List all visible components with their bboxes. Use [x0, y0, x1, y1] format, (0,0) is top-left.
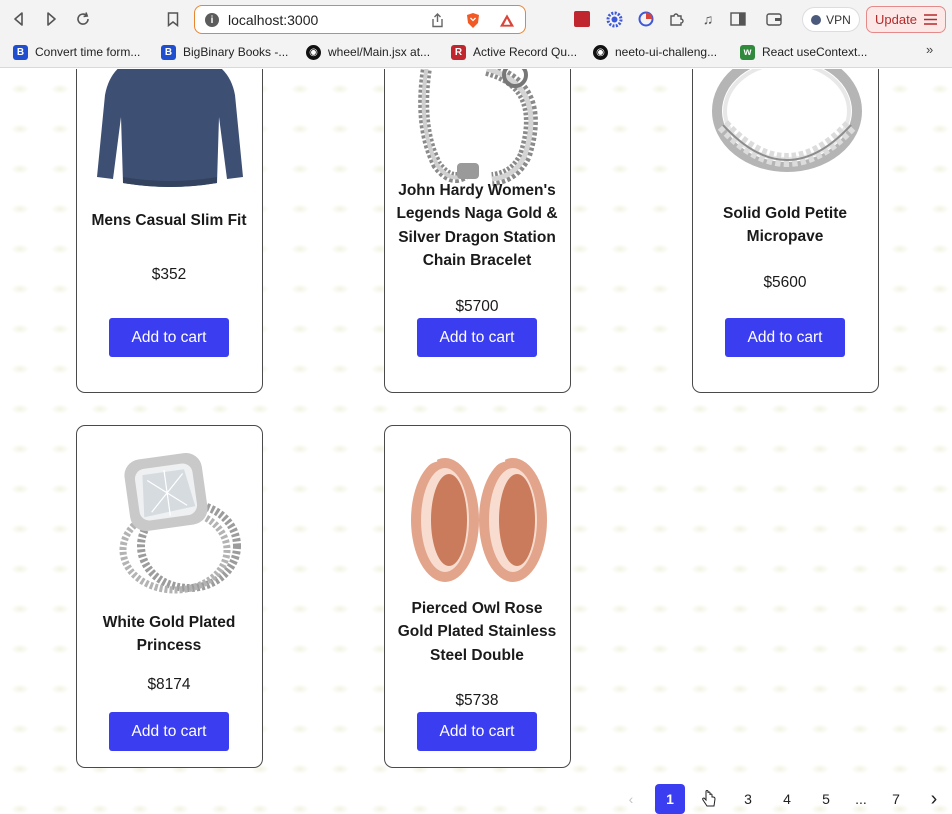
product-card: Mens Casual Slim Fit $352 Add to cart — [76, 69, 263, 393]
bookmark-icon[interactable] — [163, 9, 183, 29]
pagination: ‹ 1 3 4 5 ... 7 › — [616, 784, 946, 814]
add-to-cart-button[interactable]: Add to cart — [417, 712, 537, 751]
product-title: John Hardy Women's Legends Naga Gold & S… — [396, 182, 558, 270]
extension-red-icon[interactable] — [573, 10, 591, 28]
bookmark-item[interactable]: B Convert time form... — [13, 43, 140, 61]
bookmark-label: Active Record Qu... — [473, 45, 578, 59]
product-card: Solid Gold Petite Micropave $5600 Add to… — [692, 69, 879, 393]
add-to-cart-button[interactable]: Add to cart — [725, 318, 845, 357]
ring-image — [693, 69, 877, 200]
bookmark-item[interactable]: B BigBinary Books -... — [161, 43, 288, 61]
reload-icon[interactable] — [73, 9, 93, 29]
sidebar-toggle-icon[interactable] — [729, 10, 747, 28]
address-bar[interactable]: i localhost:3000 — [194, 5, 526, 34]
product-card: White Gold Plated Princess $8174 Add to … — [76, 425, 263, 768]
site-info-icon[interactable]: i — [205, 13, 219, 27]
w3-icon: w — [740, 44, 755, 60]
forward-icon[interactable] — [41, 9, 61, 29]
page-button-5[interactable]: 5 — [811, 784, 841, 814]
product-page: Mens Casual Slim Fit $352 Add to cart Jo… — [0, 69, 952, 814]
bookmark-item[interactable]: w React useContext... — [740, 43, 867, 61]
rails-icon: R — [451, 44, 466, 60]
product-price: $5600 — [763, 274, 807, 291]
page-ellipsis: ... — [855, 791, 867, 807]
update-button[interactable]: Update — [866, 6, 946, 33]
page-button-7[interactable]: 7 — [881, 784, 911, 814]
bigbinary-icon: B — [13, 44, 28, 60]
brave-shield-icon[interactable] — [465, 12, 481, 28]
rose-gold-tunnels-image — [385, 436, 569, 598]
vpn-label: VPN — [826, 12, 851, 27]
product-price: $8174 — [147, 676, 191, 693]
brave-rewards-icon[interactable] — [499, 12, 515, 28]
share-icon[interactable] — [429, 12, 445, 28]
bookmark-item[interactable]: R Active Record Qu... — [451, 43, 577, 61]
browser-toolbar: i localhost:3000 ♫ VPN Update — [0, 0, 952, 38]
product-title: White Gold Plated Princess — [102, 614, 236, 655]
bookmarks-overflow-button[interactable]: » — [926, 42, 933, 57]
bookmark-item[interactable]: ◉ neeto-ui-challeng... — [593, 43, 717, 61]
page-button-3[interactable]: 3 — [733, 784, 763, 814]
diamond-ring-image — [77, 436, 261, 598]
add-to-cart-button[interactable]: Add to cart — [109, 712, 229, 751]
product-title: Mens Casual Slim Fit — [91, 212, 247, 229]
media-music-icon[interactable]: ♫ — [699, 10, 717, 28]
bookmark-item[interactable]: ◉ wheel/Main.jsx at... — [306, 43, 430, 61]
extensions-puzzle-icon[interactable] — [667, 10, 685, 28]
bigbinary-icon: B — [161, 44, 176, 60]
extension-circle-icon[interactable] — [637, 10, 655, 28]
product-price: $5738 — [455, 692, 499, 709]
bookmark-label: BigBinary Books -... — [183, 45, 289, 59]
page-button-1[interactable]: 1 — [655, 784, 685, 814]
bookmark-label: React useContext... — [762, 45, 868, 59]
product-card: John Hardy Women's Legends Naga Gold & S… — [384, 69, 571, 393]
add-to-cart-button[interactable]: Add to cart — [109, 318, 229, 357]
url-text[interactable]: localhost:3000 — [228, 12, 318, 28]
add-to-cart-button[interactable]: Add to cart — [417, 318, 537, 357]
hand-cursor-icon — [702, 790, 716, 807]
next-page-button[interactable]: › — [919, 784, 949, 814]
wallet-icon[interactable] — [765, 10, 783, 28]
page-button-2[interactable] — [694, 784, 724, 814]
menu-icon — [923, 14, 937, 25]
sweater-image — [77, 69, 261, 200]
extension-gear-icon[interactable] — [605, 10, 623, 28]
browser-chrome: i localhost:3000 ♫ VPN Update B Convert … — [0, 0, 952, 68]
product-price: $5700 — [455, 298, 499, 315]
github-icon: ◉ — [593, 44, 608, 60]
product-title: Solid Gold Petite Micropave — [722, 205, 847, 246]
product-title: Pierced Owl Rose Gold Plated Stainless S… — [397, 600, 557, 664]
page-button-4[interactable]: 4 — [772, 784, 802, 814]
vpn-button[interactable]: VPN — [802, 7, 860, 32]
back-icon[interactable] — [9, 9, 29, 29]
bookmark-label: wheel/Main.jsx at... — [328, 45, 431, 59]
bookmark-label: neeto-ui-challeng... — [615, 45, 718, 59]
product-price: $352 — [151, 266, 187, 283]
prev-page-button[interactable]: ‹ — [616, 784, 646, 814]
github-icon: ◉ — [306, 44, 321, 60]
update-label: Update — [875, 12, 917, 27]
vpn-status-icon — [811, 14, 822, 25]
bookmarks-bar: B Convert time form... B BigBinary Books… — [0, 38, 952, 66]
bookmark-label: Convert time form... — [35, 45, 141, 59]
product-card: Pierced Owl Rose Gold Plated Stainless S… — [384, 425, 571, 768]
